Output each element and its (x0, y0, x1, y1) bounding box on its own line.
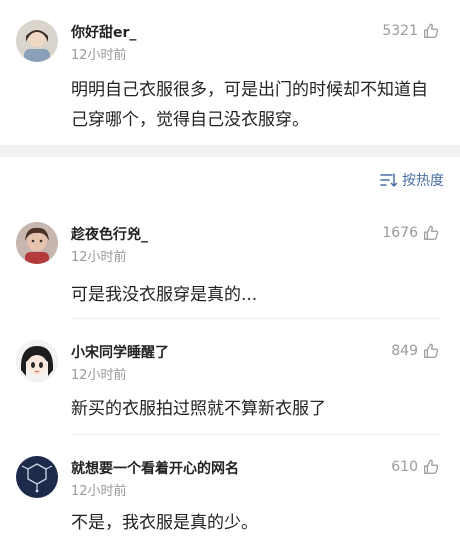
timestamp: 12小时前 (71, 368, 127, 383)
divider (71, 318, 440, 319)
comment-feed: 你好甜er_ 12小时前 5321 明明自己衣服很多，可是出门的时候却不知道自己… (0, 0, 460, 544)
divider (71, 434, 440, 435)
like-count: 610 (391, 459, 418, 475)
like-count: 849 (391, 343, 418, 359)
comment-text: 不是，我衣服是真的少。 (71, 513, 258, 533)
sort-by-hot-button[interactable]: 按热度 (380, 170, 444, 190)
avatar[interactable] (16, 20, 58, 62)
timestamp: 12小时前 (71, 48, 127, 63)
like-count: 1676 (382, 225, 418, 241)
comment-item: 你好甜er_ 12小时前 5321 明明自己衣服很多，可是出门的时候却不知道自己… (0, 0, 460, 140)
thumbs-up-icon (422, 224, 440, 242)
comment-text: 新买的衣服拍过照就不算新衣服了 (71, 399, 326, 419)
username[interactable]: 趁夜色行兇_ (71, 224, 148, 244)
comment-item: 小宋同学睡醒了 12小时前 849 新买的衣服拍过照就不算新衣服了 (0, 322, 460, 434)
comment-item: 趁夜色行兇_ 12小时前 1676 可是我没衣服穿是真的... (0, 204, 460, 316)
avatar[interactable] (16, 340, 58, 382)
sort-lines-icon (380, 172, 398, 188)
like-button[interactable]: 849 (391, 342, 440, 360)
comment-text: 明明自己衣服很多，可是出门的时候却不知道自己穿哪个，觉得自己没衣服穿。 (71, 80, 428, 130)
like-count: 5321 (382, 23, 418, 39)
sort-label: 按热度 (402, 173, 444, 189)
comment-text: 可是我没衣服穿是真的... (71, 285, 258, 305)
thumbs-up-icon (422, 22, 440, 40)
thumbs-up-icon (422, 342, 440, 360)
like-button[interactable]: 5321 (382, 22, 440, 40)
avatar[interactable] (16, 456, 58, 498)
username[interactable]: 小宋同学睡醒了 (71, 342, 169, 362)
avatar[interactable] (16, 222, 58, 264)
section-separator (0, 145, 460, 157)
thumbs-up-icon (422, 458, 440, 476)
comment-item: 就想要一个看着开心的网名 12小时前 610 不是，我衣服是真的少。 (0, 438, 460, 544)
timestamp: 12小时前 (71, 250, 127, 265)
like-button[interactable]: 1676 (382, 224, 440, 242)
like-button[interactable]: 610 (391, 458, 440, 476)
timestamp: 12小时前 (71, 484, 127, 499)
username[interactable]: 就想要一个看着开心的网名 (71, 458, 239, 478)
username[interactable]: 你好甜er_ (71, 22, 136, 42)
